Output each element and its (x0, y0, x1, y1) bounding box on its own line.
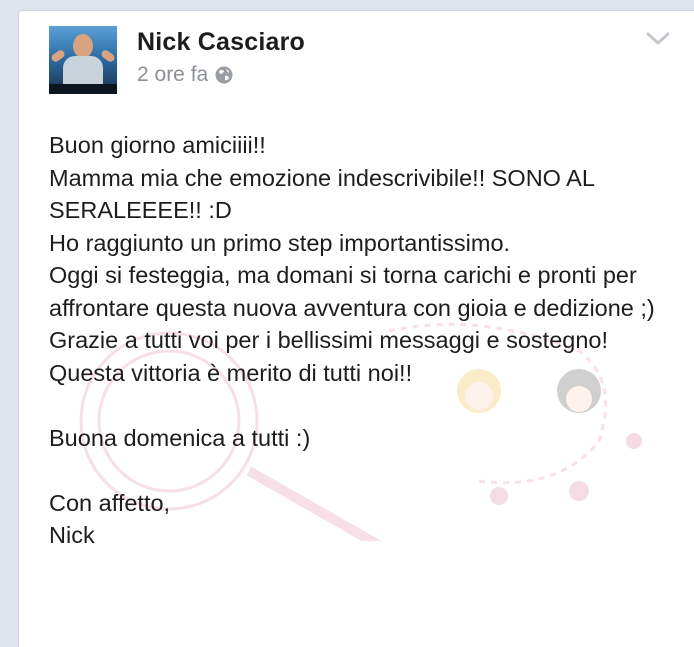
post-line: Con affetto, (49, 489, 171, 516)
post-line: Oggi si festeggia, ma domani si torna ca… (49, 262, 655, 321)
post-line: Buon giorno amiciiii!! (49, 132, 266, 158)
post-line: Grazie a tutti voi per i bellissimi mess… (49, 327, 609, 386)
post-signature: Nick (49, 522, 95, 548)
author-name[interactable]: Nick Casciaro (137, 28, 305, 57)
post-card: Nick Casciaro 2 ore fa Buon giorno amici… (18, 10, 694, 647)
post-meta: 2 ore fa (137, 63, 234, 87)
post-line: Buona domenica a tutti :) (49, 424, 311, 451)
avatar[interactable] (49, 26, 117, 94)
post-line: Ho raggiunto un primo step importantissi… (49, 229, 511, 256)
globe-icon[interactable] (214, 65, 234, 85)
post-line: Mamma mia che emozione indescrivibile!! … (49, 164, 595, 224)
chevron-down-icon[interactable] (646, 31, 670, 47)
post-timestamp[interactable]: 2 ore fa (137, 63, 208, 87)
post-body: Buon giorno amiciiii!! Mamma mia che emo… (49, 129, 679, 552)
